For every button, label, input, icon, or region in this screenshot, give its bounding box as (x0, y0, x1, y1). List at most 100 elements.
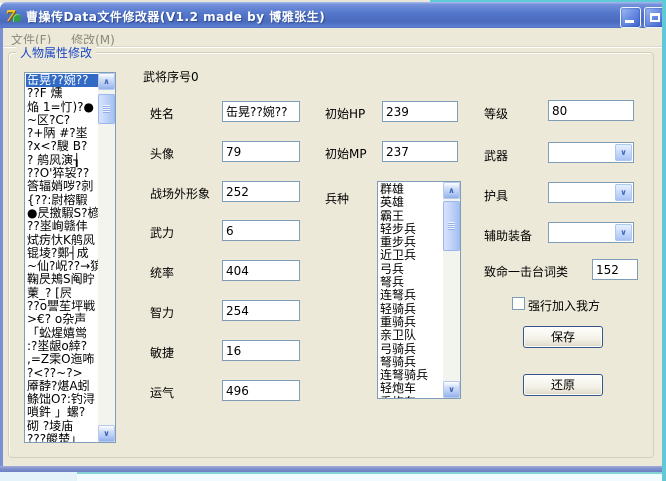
list-item[interactable]: 亲卫队 (379, 329, 443, 342)
name-label: 姓名 (150, 105, 174, 122)
minimize-button[interactable] (620, 7, 641, 28)
scroll-up-icon[interactable]: ∧ (443, 182, 460, 199)
force-join-checkbox[interactable] (512, 297, 525, 310)
app-icon-glyph: 7 (5, 7, 15, 25)
list-item[interactable]: ,=Z雬O迤咘 (26, 353, 98, 366)
armor-combo[interactable]: ∨ (548, 182, 634, 203)
troop-list-scrollbar[interactable]: ∧ ∨ (443, 182, 460, 398)
scroll-up-icon[interactable]: ∧ (98, 73, 115, 90)
agility-label: 敏捷 (150, 344, 174, 361)
list-item[interactable]: 筨辐娋哕?剠 (26, 180, 98, 193)
list-item[interactable]: 嗩鈝 」螺? (26, 406, 98, 419)
accessory-label: 辅助装备 (484, 227, 532, 244)
warrior-number-label: 武将序号0 (143, 68, 199, 85)
strength-label: 武力 (150, 224, 174, 241)
window-left-border (0, 28, 3, 466)
luck-label: 运气 (150, 384, 174, 401)
leadership-input[interactable] (222, 260, 300, 281)
background-window-edge (77, 472, 666, 481)
list-item[interactable]: ??埊峋赣仹 (26, 220, 98, 233)
battle-appearance-label: 战场外形象 (150, 185, 210, 202)
list-item[interactable]: {??:尉榕騢 (26, 194, 98, 207)
list-item[interactable]: ●昃撽騢S?楌 (26, 207, 98, 220)
list-item[interactable]: 重步兵 (379, 236, 443, 249)
weapon-combo[interactable]: ∨ (548, 142, 634, 163)
weapon-label: 武器 (484, 147, 508, 164)
maximize-icon (650, 13, 660, 22)
list-item[interactable]: 轻炮车 (379, 382, 443, 395)
initial-hp-label: 初始HP (325, 105, 365, 122)
list-item[interactable]: >€? o杂声 (26, 313, 98, 326)
list-item[interactable]: 霸王 (379, 210, 443, 223)
list-item[interactable]: ???艐楚」 (26, 433, 98, 442)
initial-mp-label: 初始MP (325, 145, 367, 162)
list-item[interactable]: 烒疠忕K鸼㶡 (26, 234, 98, 247)
minimize-icon (625, 20, 634, 23)
intelligence-label: 智力 (150, 304, 174, 321)
restore-button[interactable]: 还原 (523, 374, 603, 396)
force-join-label: 强行加入我方 (528, 297, 600, 314)
list-item[interactable]: 连弩兵 (379, 289, 443, 302)
window-titlebar[interactable]: 7 曹操传Data文件修改器(V1.2 made by 博雅张生) (0, 2, 666, 28)
battle-appearance-input[interactable] (222, 181, 300, 202)
list-item[interactable]: 英雄 (379, 196, 443, 209)
troop-type-listbox[interactable]: 群雄英雄霸王轻步兵重步兵近卫兵弓兵弩兵连弩兵轻骑兵重骑兵亲卫队弓骑兵弩骑兵连弩骑… (377, 181, 461, 399)
window-bottom-border (0, 466, 666, 472)
critical-line-input[interactable] (592, 259, 638, 280)
list-item[interactable]: 弓兵 (379, 263, 443, 276)
list-item[interactable]: 鲦饳O?:钓浔 (26, 393, 98, 406)
level-label: 等级 (484, 105, 508, 122)
save-button[interactable]: 保存 (523, 326, 603, 348)
list-item[interactable]: ??o譻苼坪戦 (26, 300, 98, 313)
leadership-label: 统率 (150, 264, 174, 281)
name-input[interactable] (222, 101, 300, 122)
list-item[interactable]: 近卫兵 (379, 249, 443, 262)
chevron-down-icon[interactable]: ∨ (615, 224, 632, 241)
menubar: 文件(F) 修改(M) (3, 28, 662, 47)
luck-input[interactable] (222, 380, 300, 401)
agility-input[interactable] (222, 340, 300, 361)
list-item[interactable]: ?x<?騪 B? (26, 140, 98, 153)
list-item[interactable]: ~区?C? (26, 114, 98, 127)
strength-input[interactable] (222, 220, 300, 241)
chevron-down-icon[interactable]: ∨ (615, 184, 632, 201)
background-strip (0, 472, 77, 481)
client-area: 文件(F) 修改(M) 人物属性修改 缶晃??婉????F 燻焔 1=忊)?●~… (3, 28, 662, 466)
app-icon: 7 (5, 7, 22, 24)
list-item[interactable]: ?<??~?> (26, 367, 98, 380)
list-item[interactable]: 轻骑兵 (379, 303, 443, 316)
list-item[interactable]: ? 鸼㶡演┧ (26, 154, 98, 167)
character-listbox[interactable]: 缶晃??婉????F 燻焔 1=忊)?●~区?C??+陃 #?埊?x<?騪 B?… (24, 72, 116, 443)
scrollbar-thumb[interactable] (98, 94, 115, 124)
list-item[interactable]: 轻步兵 (379, 223, 443, 236)
list-item[interactable]: 「蚣煋嬉鸴 (26, 327, 98, 340)
character-list-scrollbar[interactable]: ∧ ∨ (98, 73, 115, 442)
character-list-items: 缶晃??婉????F 燻焔 1=忊)?●~区?C??+陃 #?埊?x<?騪 B?… (26, 74, 98, 442)
initial-hp-input[interactable] (382, 101, 458, 122)
list-item[interactable]: 鞠昃鴂S阄眝 (26, 273, 98, 286)
portrait-label: 头像 (150, 145, 174, 162)
list-item[interactable]: ??F 燻 (26, 87, 98, 100)
scrollbar-thumb[interactable] (443, 201, 460, 251)
list-item[interactable]: 萰_? [屄 (26, 287, 98, 300)
window-title: 曹操传Data文件修改器(V1.2 made by 博雅张生) (26, 8, 325, 25)
accessory-combo[interactable]: ∨ (548, 222, 634, 243)
scroll-down-icon[interactable]: ∨ (98, 425, 115, 442)
intelligence-input[interactable] (222, 300, 300, 321)
scroll-down-icon[interactable]: ∨ (443, 381, 460, 398)
background-window-edge (662, 0, 666, 481)
list-item[interactable]: ?+陃 #?埊 (26, 127, 98, 140)
critical-line-label: 致命一击台词类 (484, 263, 568, 280)
troop-type-label: 兵种 (325, 190, 349, 207)
list-item[interactable]: 弓骑兵 (379, 343, 443, 356)
troop-list-items: 群雄英雄霸王轻步兵重步兵近卫兵弓兵弩兵连弩兵轻骑兵重骑兵亲卫队弓骑兵弩骑兵连弩骑… (379, 183, 443, 398)
list-item[interactable]: 砌 ?堎庙 (26, 420, 98, 433)
list-item[interactable]: 重炮车 (379, 396, 443, 398)
level-input[interactable] (548, 100, 634, 121)
portrait-input[interactable] (222, 141, 300, 162)
chevron-down-icon[interactable]: ∨ (615, 144, 632, 161)
list-item[interactable]: 厣馞?煁A蚓 (26, 380, 98, 393)
initial-mp-input[interactable] (382, 141, 458, 162)
list-item[interactable]: 焔 1=忊)?● (26, 101, 98, 114)
groupbox-label: 人物属性修改 (16, 44, 96, 61)
